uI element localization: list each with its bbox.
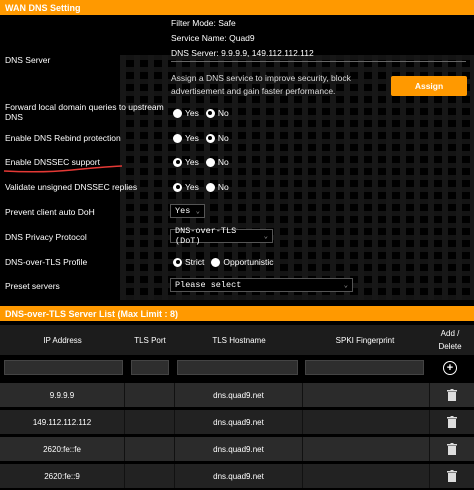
red-annotation-underline [3, 165, 123, 173]
hostname-cell: dns.quad9.net [175, 410, 303, 434]
prevent-doh-select[interactable]: Yes ⌄ [170, 204, 205, 218]
col-add-delete: Add / Delete [438, 329, 462, 351]
dns-rebind-label: Enable DNS Rebind protection [5, 133, 121, 143]
delete-button[interactable] [430, 437, 474, 461]
divider [171, 61, 466, 62]
server-table-header: IP Address TLS Port TLS Hostname SPKI Fi… [0, 325, 474, 355]
radio-button[interactable] [173, 157, 182, 167]
radio-button[interactable] [173, 133, 182, 143]
dot-profile-label: DNS-over-TLS Profile [5, 257, 88, 267]
assign-description: Assign a DNS service to improve security… [171, 73, 351, 96]
privacy-protocol-select[interactable]: DNS-over-TLS (DoT) ⌄ [170, 226, 273, 246]
radio-button[interactable] [205, 133, 215, 143]
server-input-row: + [0, 355, 474, 380]
table-row: 2620:fe::9 dns.quad9.net [0, 464, 474, 488]
hostname-cell: dns.quad9.net [175, 437, 303, 461]
table-row: 149.112.112.112 dns.quad9.net [0, 410, 474, 434]
delete-button[interactable] [430, 383, 474, 407]
preset-servers-select[interactable]: Please select ⌄ [170, 278, 353, 292]
ip-cell: 9.9.9.9 [0, 383, 125, 407]
validate-unsigned-radio-group: Yes No [173, 182, 233, 192]
dns-server-label: DNS Server [5, 55, 51, 65]
port-cell [125, 410, 175, 434]
hostname-cell: dns.quad9.net [175, 383, 303, 407]
spki-cell [303, 464, 430, 488]
trash-icon [447, 389, 457, 401]
dnssec-support-radio-group: Yes No [173, 157, 233, 167]
server-list-title: DNS-over-TLS Server List (Max Limit : 8) [5, 308, 179, 319]
ip-cell: 2620:fe::fe [0, 437, 125, 461]
radio-button[interactable] [205, 108, 215, 118]
ip-cell: 2620:fe::9 [0, 464, 125, 488]
filter-mode-text: Filter Mode: Safe [171, 18, 236, 28]
tls-port-input[interactable] [131, 360, 169, 375]
validate-unsigned-label: Validate unsigned DNSSEC replies [5, 182, 138, 192]
dns-rebind-radio-group: Yes No [173, 133, 233, 143]
radio-button[interactable] [173, 182, 182, 192]
dot-profile-radio-group: Strict Opportunistic [173, 257, 277, 267]
ip-address-input[interactable] [4, 360, 123, 375]
radio-strict[interactable]: Strict [173, 257, 204, 267]
col-tls-port: TLS Port [134, 335, 166, 345]
hostname-cell: dns.quad9.net [175, 464, 303, 488]
privacy-protocol-label: DNS Privacy Protocol [5, 232, 87, 242]
chevron-down-icon: ⌄ [343, 281, 348, 290]
chevron-down-icon: ⌄ [195, 207, 200, 216]
port-cell [125, 464, 175, 488]
radio-button[interactable] [173, 108, 182, 118]
forward-local-domain-label: Forward local domain queries to upstream… [5, 102, 164, 122]
section-header-wan-dns: WAN DNS Setting [0, 0, 474, 15]
spki-cell [303, 383, 430, 407]
spki-cell [303, 437, 430, 461]
port-cell [125, 383, 175, 407]
service-name-text: Service Name: Quad9 [171, 33, 255, 43]
radio-no[interactable]: No [205, 133, 229, 143]
delete-button[interactable] [430, 464, 474, 488]
radio-yes[interactable]: Yes [173, 182, 199, 192]
plus-icon: + [443, 361, 457, 375]
add-button[interactable]: + [443, 361, 457, 375]
chevron-down-icon: ⌄ [263, 232, 268, 241]
radio-button[interactable] [205, 157, 215, 167]
assign-button[interactable]: Assign [391, 76, 467, 96]
radio-yes[interactable]: Yes [173, 157, 199, 167]
dns-server-value-text: DNS Server: 9.9.9.9, 149.112.112.112 [171, 48, 314, 58]
radio-button[interactable] [211, 257, 221, 267]
prevent-doh-label: Prevent client auto DoH [5, 207, 95, 217]
radio-yes[interactable]: Yes [173, 133, 199, 143]
table-row: 2620:fe::fe dns.quad9.net [0, 437, 474, 461]
radio-no[interactable]: No [205, 182, 229, 192]
radio-button[interactable] [173, 257, 182, 267]
radio-button[interactable] [205, 182, 215, 192]
col-spki-fingerprint: SPKI Fingerprint [335, 335, 395, 345]
port-cell [125, 437, 175, 461]
table-row: 9.9.9.9 dns.quad9.net [0, 383, 474, 407]
trash-icon [447, 416, 457, 428]
trash-icon [447, 470, 457, 482]
ip-cell: 149.112.112.112 [0, 410, 125, 434]
spki-cell [303, 410, 430, 434]
trash-icon [447, 443, 457, 455]
col-ip-address: IP Address [43, 335, 82, 345]
radio-no[interactable]: No [205, 157, 229, 167]
delete-button[interactable] [430, 410, 474, 434]
tls-hostname-input[interactable] [177, 360, 298, 375]
section-title: WAN DNS Setting [5, 2, 81, 13]
server-list-header: DNS-over-TLS Server List (Max Limit : 8) [0, 306, 474, 321]
radio-no[interactable]: No [205, 108, 229, 118]
spki-fingerprint-input[interactable] [305, 360, 424, 375]
forward-local-domain-radio-group: Yes No [173, 108, 233, 118]
col-tls-hostname: TLS Hostname [212, 335, 266, 345]
preset-servers-label: Preset servers [5, 281, 60, 291]
radio-yes[interactable]: Yes [173, 108, 199, 118]
radio-opportunistic[interactable]: Opportunistic [211, 257, 273, 267]
